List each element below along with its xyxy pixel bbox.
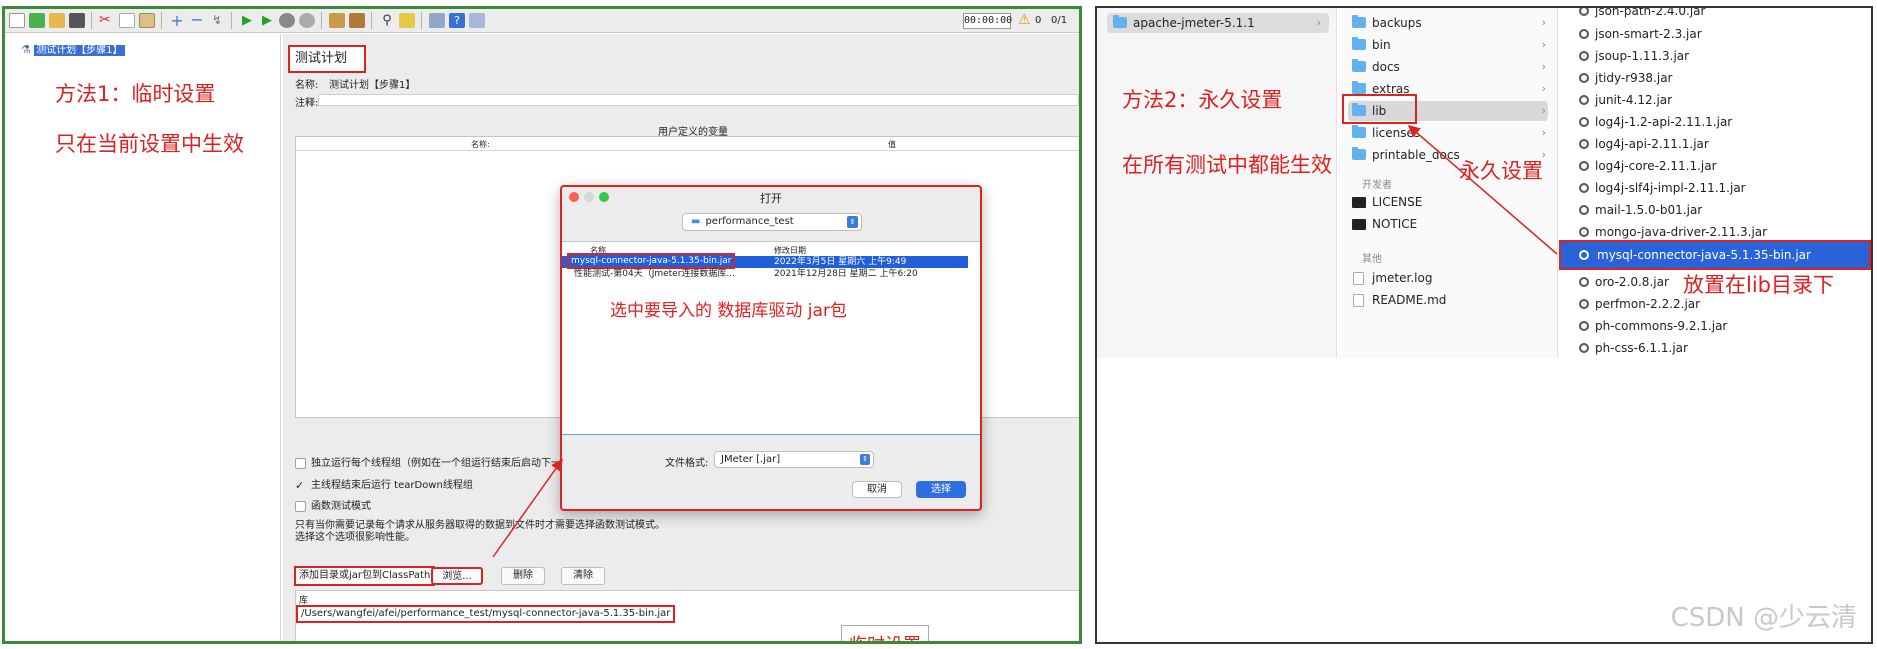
classpath-label: 添加目录或jar包到ClassPath [294,566,436,586]
elapsed-timer: 00:00:00 [963,13,1012,29]
choose-button[interactable]: 选择 [916,481,966,498]
expand-icon[interactable]: + [169,13,185,29]
thread-count: 0/1 [1051,15,1068,26]
finder-window: apache-jmeter-5.1.1 › 方法2：永久设置 在所有测试中都能生… [1095,6,1873,644]
stop-icon[interactable] [279,13,295,28]
classpath-library-list[interactable]: 库 /Users/wangfei/afei/performance_test/m… [295,590,1079,641]
shutdown-icon[interactable] [299,13,315,28]
name-label: 名称: [295,80,319,91]
delete-button[interactable]: 删除 [501,567,545,585]
format-select[interactable]: JMeter [.jar] ⇕ [714,451,874,468]
toolbar-separator [421,12,422,29]
file-name: mysql-connector-java-5.1.35-bin.jar [567,253,736,269]
checkbox-functional-mode[interactable]: 函数测试模式 [295,497,371,512]
folder-icon: ▬ [691,216,701,227]
file-name: 性能测试-第04天（Jmeter连接数据库... [574,269,736,279]
checkbox-label: 函数测试模式 [311,501,371,512]
column-header-date: 修改日期 [774,246,806,255]
test-plan-icon: ⚗ [21,43,31,56]
file-date: 2022年3月5日 星期六 上午9:49 [774,257,907,267]
annotation-arrow [1407,125,1558,255]
location-select[interactable]: ▬ performance_test ⇕ [682,213,862,231]
search-icon[interactable]: ⚲ [379,13,395,28]
toolbar-separator [91,12,92,29]
tree-item-label: 测试计划【步骤1】 [34,45,125,56]
toolbar: ✂ + − ↯ ▶ ▶ ⚲ ? 00:00:00 ⚠ 0 0/1 [5,9,1079,33]
checkbox-box[interactable] [295,457,306,469]
toolbar-separator [161,12,162,29]
paste-icon[interactable] [139,13,155,28]
toolbar-separator [371,12,372,29]
page-title: 测试计划 [288,45,366,73]
collapse-icon[interactable]: − [189,12,205,28]
toolbar-separator [321,12,322,29]
test-tree: ⚗ 测试计划【步骤1】 方法1：临时设置 只在当前设置中生效 [5,34,281,641]
column-header-name: 名称: [471,140,490,149]
header-divider [296,150,1079,151]
watermark: CSDN @少云清 [1670,603,1857,633]
checkbox-teardown[interactable]: ✓ 主线程结束后运行 tearDown线程组 [295,476,473,492]
chevron-updown-icon: ⇕ [847,216,858,228]
checkbox-serialize-groups[interactable]: 独立运行每个线程组（例如在一个组运行结束后启动下一 [295,454,561,469]
library-path-row[interactable]: /Users/wangfei/afei/performance_test/mys… [296,605,676,623]
method1-note-annotation: 只在当前设置中生效 [55,132,244,156]
tree-item-test-plan[interactable]: ⚗ 测试计划【步骤1】 [21,41,125,56]
dialog-title: 打开 [760,192,782,205]
check-icon[interactable]: ✓ [295,479,306,492]
copy-icon[interactable] [119,13,135,28]
jmeter-window: ✂ + − ↯ ▶ ▶ ⚲ ? 00:00:00 ⚠ 0 0/1 ⚗ 测试计划【… [2,6,1082,644]
comment-field[interactable] [318,94,1079,106]
help-icon[interactable]: ? [449,13,465,28]
checkbox-label: 主线程结束后运行 tearDown线程组 [311,480,473,491]
method1-annotation: 方法1：临时设置 [55,82,216,106]
format-value: JMeter [.jar] [721,454,781,465]
toggle-icon[interactable]: ↯ [209,13,225,28]
clear-button[interactable]: 清除 [561,567,605,585]
new-icon[interactable] [9,13,25,28]
comment-label: 注释: [295,98,319,109]
reset-search-icon[interactable] [399,13,415,28]
name-field[interactable]: 测试计划【步骤1】 [329,76,415,91]
warning-icon[interactable]: ⚠ [1018,12,1031,28]
start-no-pause-icon[interactable]: ▶ [259,13,275,28]
file-date: 2021年12月28日 星期二 上午6:20 [774,269,918,279]
checkbox-box[interactable] [295,500,306,512]
select-jar-annotation: 选中要导入的 数据库驱动 jar包 [610,301,847,321]
browse-button[interactable]: 浏览... [431,567,483,585]
cancel-button[interactable]: 取消 [852,481,902,498]
open-icon[interactable] [49,13,65,28]
warning-count: 0 [1035,15,1042,26]
file-list[interactable]: 名称 修改日期 mysql-connector-java-5.1.35-bin.… [562,241,980,435]
open-file-dialog: 打开 ▬ performance_test ⇕ 名称 修改日期 mysql-con… [560,185,982,511]
start-icon[interactable]: ▶ [239,13,255,28]
cut-icon[interactable]: ✂ [99,13,115,28]
column-header-value: 值 [888,140,896,149]
templates-icon[interactable] [29,13,45,28]
temp-setting-annotation: 临时设置 [841,625,929,641]
clear-icon[interactable] [329,13,345,28]
clear-all-icon[interactable] [349,13,365,28]
toolbar-separator [231,12,232,29]
remote-icon[interactable] [469,13,485,28]
function-helper-icon[interactable] [429,13,445,28]
save-icon[interactable] [69,13,85,28]
chevron-updown-icon: ⇕ [860,454,870,465]
checkbox-label: 独立运行每个线程组（例如在一个组运行结束后启动下一 [311,458,561,469]
file-row[interactable]: 性能测试-第04天（Jmeter连接数据库... 2021年12月28日 星期二… [562,268,968,280]
location-value: performance_test [705,216,794,227]
file-row-selected[interactable]: mysql-connector-java-5.1.35-bin.jar 2022… [562,253,968,269]
format-label: 文件格式: [665,458,709,469]
performance-note: 选择这个选项很影响性能。 [295,532,415,543]
